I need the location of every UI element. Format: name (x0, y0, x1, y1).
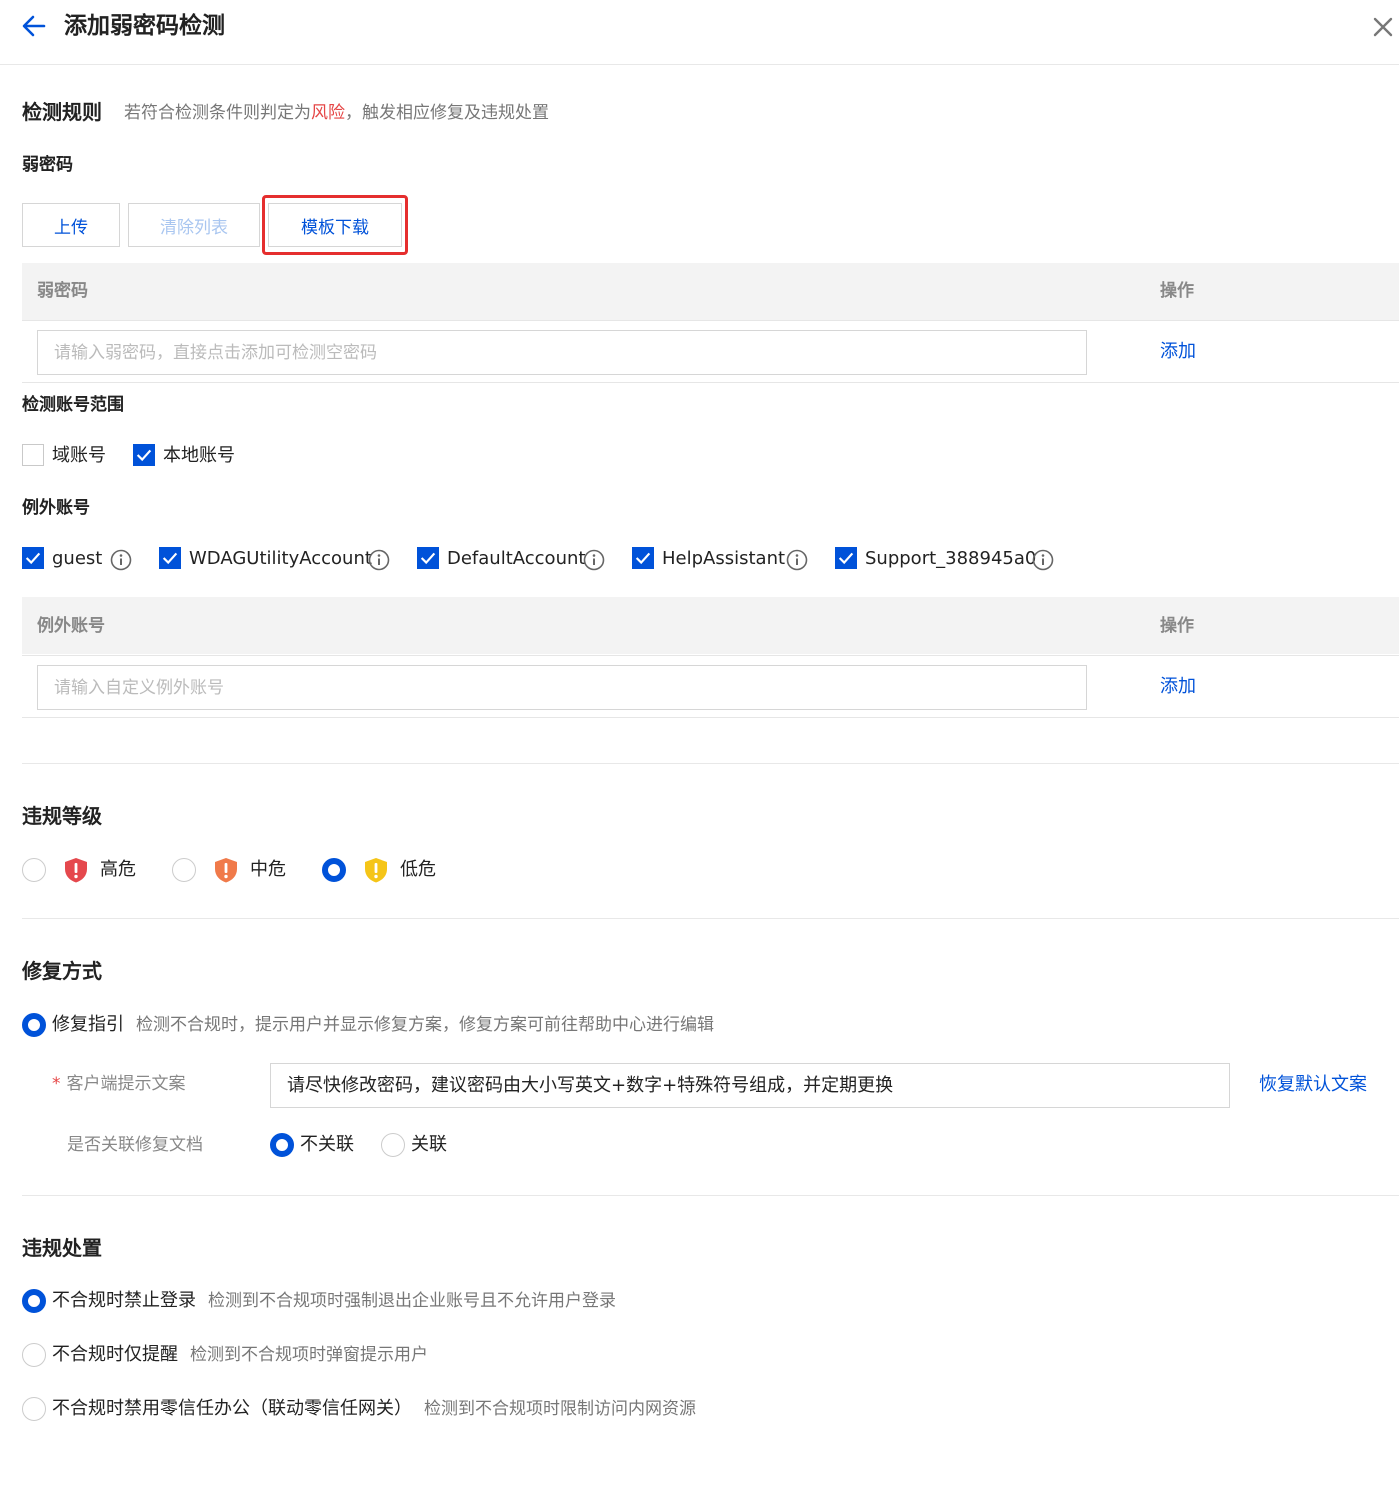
check-icon (162, 552, 178, 565)
domain-account-label: 域账号 (52, 445, 106, 466)
high-risk-shield-icon (65, 858, 87, 883)
rules-desc-risk: 风险 (311, 103, 345, 123)
remind-only-description: 检测到不合规项时弹窗提示用户 (190, 1345, 428, 1365)
add-weak-password-link[interactable]: 添加 (1160, 340, 1196, 364)
low-risk-label: 低危 (400, 859, 436, 880)
clear-list-button[interactable]: 清除列表 (128, 203, 260, 247)
close-icon[interactable] (1370, 14, 1396, 40)
table-row-divider (22, 382, 1399, 383)
client-tip-input[interactable]: 请尽快修改密码，建议密码由大小写英文+数字+特殊符号组成，并定期更换 (270, 1063, 1230, 1108)
medium-risk-label: 中危 (250, 859, 286, 880)
local-account-label: 本地账号 (163, 445, 235, 466)
block-login-description: 检测到不合规项时强制退出企业账号且不允许用户登录 (208, 1291, 616, 1311)
low-risk-shield-icon (365, 858, 387, 883)
default-account-checkbox[interactable] (417, 547, 439, 569)
disable-zero-trust-description: 检测到不合规项时限制访问内网资源 (424, 1399, 696, 1419)
rules-description: 若符合检测条件则判定为风险，触发相应修复及违规处置 (124, 101, 549, 125)
repair-guide-label: 修复指引 (52, 1014, 124, 1035)
restore-default-link[interactable]: 恢复默认文案 (1259, 1073, 1367, 1097)
col-action: 操作 (1160, 616, 1194, 636)
col-exception-account: 例外账号 (37, 616, 105, 636)
check-icon (635, 552, 651, 565)
block-login-label: 不合规时禁止登录 (52, 1290, 196, 1311)
table-row-divider (22, 655, 1399, 656)
weak-password-input[interactable] (37, 330, 1087, 375)
info-icon[interactable] (368, 549, 390, 571)
rules-desc-prefix: 若符合检测条件则判定为 (124, 103, 311, 123)
check-icon (136, 449, 152, 462)
disable-zero-trust-label: 不合规时禁用零信任办公（联动零信任网关） (52, 1398, 412, 1419)
domain-account-checkbox[interactable] (22, 444, 44, 466)
check-icon (25, 552, 41, 565)
high-risk-radio[interactable] (22, 858, 46, 882)
col-weak-password: 弱密码 (37, 281, 88, 301)
account-scope-label: 检测账号范围 (22, 395, 124, 415)
highlight-box (262, 195, 408, 255)
table-row-divider (22, 717, 1399, 718)
guest-checkbox[interactable] (22, 547, 44, 569)
disable-zero-trust-radio[interactable] (22, 1397, 46, 1421)
check-icon (420, 552, 436, 565)
medium-risk-shield-icon (215, 858, 237, 883)
default-account-label: DefaultAccount (447, 548, 586, 569)
repair-guide-description: 检测不合规时，提示用户并显示修复方案，修复方案可前往帮助中心进行编辑 (136, 1015, 714, 1035)
repair-guide-radio[interactable] (22, 1013, 46, 1037)
support-account-checkbox[interactable] (835, 547, 857, 569)
info-icon[interactable] (583, 549, 605, 571)
section-divider (22, 763, 1399, 764)
help-assistant-label: HelpAssistant (662, 548, 786, 569)
remind-only-radio[interactable] (22, 1343, 46, 1367)
medium-risk-radio[interactable] (172, 858, 196, 882)
page-title: 添加弱密码检测 (64, 13, 225, 39)
table-row-divider (22, 320, 1399, 321)
wdag-account-checkbox[interactable] (159, 547, 181, 569)
back-arrow-icon[interactable] (20, 12, 48, 40)
exception-account-input[interactable] (37, 665, 1087, 710)
block-login-radio[interactable] (22, 1289, 46, 1313)
client-tip-label-text: 客户端提示文案 (66, 1074, 186, 1094)
rules-title: 检测规则 (22, 100, 102, 124)
no-link-radio[interactable] (270, 1133, 294, 1157)
support-account-label: Support_388945a0 (865, 548, 1037, 569)
required-marker: * (52, 1074, 61, 1094)
weak-password-label: 弱密码 (22, 155, 73, 175)
check-icon (838, 552, 854, 565)
violation-level-title: 违规等级 (22, 804, 102, 828)
info-icon[interactable] (786, 549, 808, 571)
high-risk-label: 高危 (100, 859, 136, 880)
no-link-label: 不关联 (300, 1134, 354, 1155)
local-account-checkbox[interactable] (133, 444, 155, 466)
info-icon[interactable] (1032, 549, 1054, 571)
help-assistant-checkbox[interactable] (632, 547, 654, 569)
exception-accounts-label: 例外账号 (22, 498, 90, 518)
low-risk-radio[interactable] (322, 858, 346, 882)
repair-title: 修复方式 (22, 959, 102, 983)
rules-desc-suffix: ，触发相应修复及违规处置 (345, 103, 549, 123)
wdag-account-label: WDAGUtilityAccount (189, 548, 372, 569)
link-label: 关联 (411, 1134, 447, 1155)
add-exception-account-link[interactable]: 添加 (1160, 675, 1196, 699)
section-divider (22, 918, 1399, 919)
client-tip-label: * 客户端提示文案 (52, 1072, 186, 1096)
guest-label: guest (52, 548, 103, 569)
link-radio[interactable] (381, 1133, 405, 1157)
header-divider (0, 64, 1399, 65)
remind-only-label: 不合规时仅提醒 (52, 1344, 178, 1365)
section-divider (22, 1195, 1399, 1196)
info-icon[interactable] (110, 549, 132, 571)
col-action: 操作 (1160, 281, 1194, 301)
disposal-title: 违规处置 (22, 1236, 102, 1260)
link-doc-label: 是否关联修复文档 (67, 1135, 203, 1155)
upload-button[interactable]: 上传 (22, 203, 120, 247)
